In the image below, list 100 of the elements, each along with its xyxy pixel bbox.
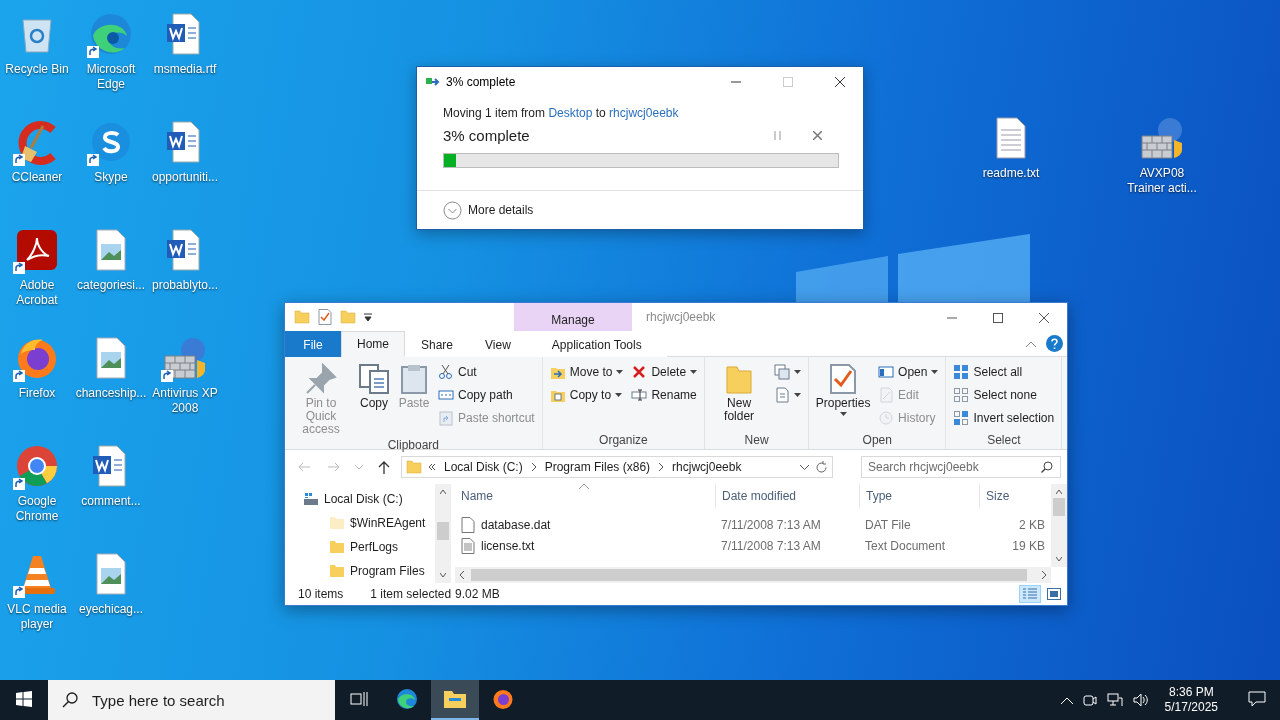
ribbon-button[interactable]: Select none — [950, 384, 1058, 406]
tree-item[interactable]: PerfLogs — [285, 535, 399, 559]
dropdown-chevron-icon[interactable] — [800, 464, 809, 470]
expand-chevron-icon — [443, 200, 462, 220]
volume-icon[interactable] — [1132, 693, 1149, 707]
dropdown-icon[interactable] — [364, 313, 372, 321]
tree-item[interactable]: Program Files — [285, 559, 425, 583]
breadcrumb-chevron-icon — [530, 463, 537, 471]
selection-count: 1 item selected — [370, 587, 452, 601]
ribbon-button[interactable]: Copy to — [546, 384, 627, 406]
item-count: 10 items — [298, 587, 344, 601]
table-cell: 7/11/2008 7:13 AM — [721, 517, 821, 532]
column-header[interactable]: Date modified — [715, 484, 859, 508]
easy-access-icon — [774, 387, 791, 403]
camera-icon[interactable] — [1082, 693, 1097, 707]
paste-shortcut-icon — [438, 410, 454, 426]
ribbon-tab[interactable]: Home — [341, 331, 405, 357]
breadcrumb[interactable]: rhcjwcj0eebk — [670, 460, 744, 474]
folder-icon — [406, 460, 422, 474]
ribbon-button[interactable]: Move to — [546, 361, 627, 383]
clock[interactable]: 8:36 PM 5/17/2025 — [1158, 685, 1224, 715]
address-bar[interactable]: Local Disk (C:) Program Files (x86) rhcjwcj0eebk — [401, 456, 833, 478]
collapse-ribbon-icon[interactable] — [1026, 340, 1036, 347]
breadcrumb[interactable]: Local Disk (C:) — [442, 460, 525, 474]
source-link[interactable]: Desktop — [548, 106, 593, 120]
window-title: rhcjwcj0eebk — [646, 310, 716, 324]
tree-item[interactable]: $WinREAgent — [285, 511, 426, 535]
file-name[interactable]: database.dat — [481, 517, 551, 532]
scrollbar[interactable] — [1051, 484, 1067, 567]
caret-icon — [794, 370, 802, 374]
move-arrow-icon — [426, 77, 440, 87]
scroll-down-icon — [1056, 555, 1062, 563]
ribbon-button[interactable]: Copy path — [435, 384, 538, 406]
scrollbar[interactable] — [435, 484, 451, 583]
ribbon-button[interactable]: Cut — [435, 361, 538, 383]
invert-selection-icon — [953, 410, 970, 426]
table-cell: 19 KB — [1012, 538, 1045, 553]
fox-logo-icon — [491, 687, 515, 711]
speech-bubble-icon — [1248, 691, 1266, 707]
scroll-thumb[interactable] — [437, 522, 449, 540]
scissors-icon — [438, 364, 454, 380]
group-label: Clipboard — [387, 438, 440, 452]
copy-path-icon — [438, 387, 454, 403]
contextual-tab-header: Manage — [551, 313, 595, 327]
breadcrumb-chevron-icon — [658, 463, 665, 471]
table-cell: 2 KB — [1019, 517, 1045, 532]
ribbon-tab[interactable]: File — [285, 331, 341, 357]
properties-icon[interactable] — [318, 309, 332, 325]
task-view-icon — [350, 691, 368, 707]
column-header[interactable]: Name — [455, 484, 715, 508]
breadcrumb[interactable]: Program Files (x86) — [542, 460, 653, 474]
select-all-icon — [953, 364, 970, 380]
ribbon-button[interactable]: Delete — [628, 361, 701, 383]
up-arrow-icon — [378, 460, 390, 474]
scroll-left-icon — [459, 571, 465, 579]
taskbar-search-field[interactable]: Type here to search — [48, 680, 335, 720]
scroll-right-icon — [1041, 571, 1047, 579]
search-icon — [62, 692, 78, 708]
close-icon — [835, 77, 845, 87]
caret-icon — [690, 370, 698, 374]
more-details-button[interactable]: More details — [443, 200, 534, 220]
column-header[interactable]: Type — [859, 484, 979, 508]
ribbon-button[interactable]: Select all — [950, 361, 1058, 383]
ribbon-button[interactable]: Invert selection — [950, 407, 1058, 429]
network-icon[interactable] — [1106, 693, 1123, 707]
folder-icon — [443, 689, 467, 709]
select-none-icon — [953, 387, 970, 403]
scroll-thumb[interactable] — [1053, 498, 1065, 516]
search-field[interactable]: Search rhcjwcj0eebk — [861, 456, 1061, 478]
history-icon — [878, 410, 895, 426]
file-icon — [461, 516, 475, 533]
delete-icon — [631, 364, 648, 380]
progress-status: 3% complete — [443, 126, 531, 144]
edit-icon — [878, 387, 895, 403]
text-file-icon — [461, 537, 475, 554]
ribbon-button[interactable]: Open — [875, 361, 942, 383]
scrollbar[interactable] — [455, 567, 1051, 583]
taskbar-app[interactable] — [431, 680, 479, 720]
forward-arrow-icon — [328, 462, 340, 472]
close-icon — [1039, 313, 1049, 323]
caret-icon — [355, 464, 363, 470]
ribbon-button[interactable]: New folder — [709, 361, 770, 425]
caret-icon — [615, 393, 623, 397]
help-icon[interactable] — [1046, 335, 1063, 352]
transfer-message: Moving 1 item from Desktop to rhcjwcj0eebk — [443, 105, 680, 121]
show-hidden-icons-icon[interactable] — [1060, 696, 1073, 704]
group-label: Organize — [599, 433, 648, 449]
ribbon-button[interactable]: Properties — [813, 361, 874, 418]
overflow-chevron-icon[interactable] — [428, 463, 436, 471]
file-name[interactable]: license.txt — [481, 538, 535, 553]
group-label: Select — [987, 433, 1021, 449]
ribbon-button[interactable]: Rename — [628, 384, 701, 406]
tree-item[interactable]: Local Disk (C:) — [285, 487, 403, 511]
group-label: Open — [862, 433, 892, 449]
scroll-thumb[interactable] — [471, 569, 1027, 581]
maximize-icon — [783, 77, 793, 87]
destination-link[interactable]: rhcjwcj0eebk — [609, 106, 679, 120]
ribbon-button[interactable]: Copy — [355, 361, 393, 412]
search-icon — [1041, 461, 1053, 473]
refresh-icon[interactable] — [815, 460, 828, 474]
